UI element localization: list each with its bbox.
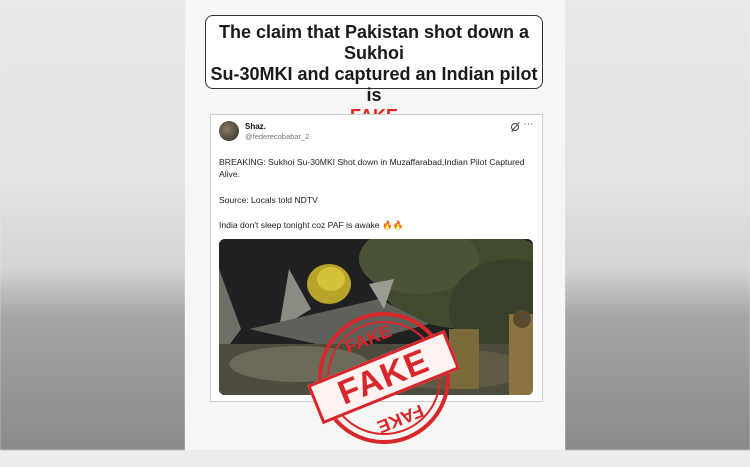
avatar[interactable] — [219, 121, 239, 141]
claim-headline: The claim that Pakistan shot down a Sukh… — [205, 15, 543, 126]
user-name[interactable]: Shaz. — [245, 122, 266, 131]
more-options-icon[interactable]: ⋯ — [524, 119, 535, 130]
background-blur-right — [565, 0, 750, 450]
tweet-text-breaking: BREAKING: Sukhoi Su-30MKI Shot down in M… — [219, 157, 525, 179]
tweet-text-taunt: India don't sleep tonight coz PAF is awa… — [219, 220, 404, 230]
headline-line-2: Su-30MKI and captured an Indian pilot is — [210, 64, 538, 105]
grok-icon[interactable] — [511, 123, 519, 131]
headline-line-1: The claim that Pakistan shot down a Sukh… — [218, 22, 530, 63]
user-handle[interactable]: @federecobabar_2 — [245, 132, 309, 141]
tweet-text-source: Source: Locals told NDTV — [219, 195, 318, 205]
background-blur-left — [0, 0, 185, 450]
